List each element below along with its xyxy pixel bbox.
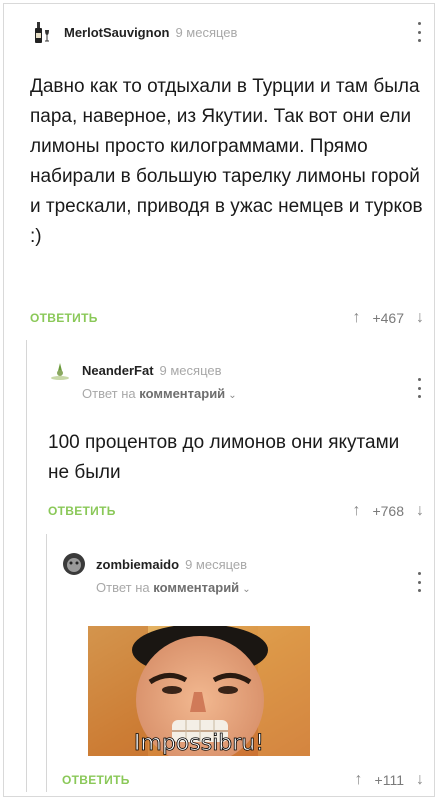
username[interactable]: MerlotSauvignon	[64, 25, 169, 40]
down-arrow-icon[interactable]: ↓	[416, 502, 424, 520]
comment-header: MerlotSauvignon 9 месяцев	[30, 18, 424, 46]
reply-button[interactable]: ОТВЕТИТЬ	[30, 311, 98, 325]
vote-count: +768	[372, 503, 404, 519]
comment-text: Давно как то отдыхали в Турции и там был…	[30, 76, 423, 247]
down-arrow-icon[interactable]: ↓	[416, 309, 424, 327]
vote-controls: ↑ +467 ↓	[352, 309, 424, 327]
chevron-down-icon[interactable]: ⌄	[228, 390, 236, 401]
reply-prefix: Ответ на	[96, 580, 150, 595]
vote-count: +111	[374, 772, 404, 788]
meme-image[interactable]: Impossibru!	[88, 626, 310, 756]
comment-header: NeanderFat 9 месяцев	[48, 356, 424, 384]
username[interactable]: zombiemaido	[96, 557, 179, 572]
more-vertical-icon[interactable]	[414, 572, 424, 592]
username[interactable]: NeanderFat	[82, 363, 154, 378]
reply-button[interactable]: ОТВЕТИТЬ	[62, 773, 130, 787]
comment-footer: ОТВЕТИТЬ ↑ +768 ↓	[48, 501, 424, 521]
reply-to-line: Ответ на комментарий ⌄	[96, 580, 424, 595]
comment-2: NeanderFat 9 месяцев Ответ на комментари…	[48, 356, 424, 526]
comment-footer: ОТВЕТИТЬ ↑ +467 ↓	[30, 308, 424, 328]
up-arrow-icon[interactable]: ↑	[355, 771, 363, 789]
comment-3: zombiemaido 9 месяцев Ответ на комментар…	[62, 550, 424, 790]
more-vertical-icon[interactable]	[414, 22, 424, 42]
avatar-icon[interactable]	[62, 552, 86, 576]
thread-line	[26, 340, 27, 792]
timestamp: 9 месяцев	[159, 362, 222, 378]
vote-controls: ↑ +111 ↓	[355, 771, 424, 789]
meme-caption: Impossibru!	[134, 731, 264, 756]
avatar-icon[interactable]	[48, 358, 72, 382]
reply-target-link[interactable]: комментарий	[153, 580, 239, 595]
chevron-down-icon[interactable]: ⌄	[242, 584, 250, 595]
timestamp: 9 месяцев	[185, 556, 248, 572]
vote-controls: ↑ +768 ↓	[352, 502, 424, 520]
up-arrow-icon[interactable]: ↑	[352, 309, 360, 327]
avatar-wine-icon[interactable]	[30, 20, 54, 44]
comment-text: 100 процентов до лимонов они якутами не …	[48, 432, 400, 483]
comment-header: zombiemaido 9 месяцев	[62, 550, 424, 578]
up-arrow-icon[interactable]: ↑	[352, 502, 360, 520]
vote-count: +467	[372, 310, 404, 326]
comments-frame: MerlotSauvignon 9 месяцев Давно как то о…	[3, 3, 435, 797]
thread-line	[46, 534, 47, 792]
reply-target-link[interactable]: комментарий	[139, 386, 225, 401]
reply-button[interactable]: ОТВЕТИТЬ	[48, 504, 116, 518]
reply-prefix: Ответ на	[82, 386, 136, 401]
timestamp: 9 месяцев	[175, 24, 238, 40]
comment-1: MerlotSauvignon 9 месяцев Давно как то о…	[30, 18, 424, 328]
more-vertical-icon[interactable]	[414, 378, 424, 398]
reply-to-line: Ответ на комментарий ⌄	[82, 386, 424, 401]
down-arrow-icon[interactable]: ↓	[416, 771, 424, 789]
comment-footer: ОТВЕТИТЬ ↑ +111 ↓	[62, 770, 424, 790]
